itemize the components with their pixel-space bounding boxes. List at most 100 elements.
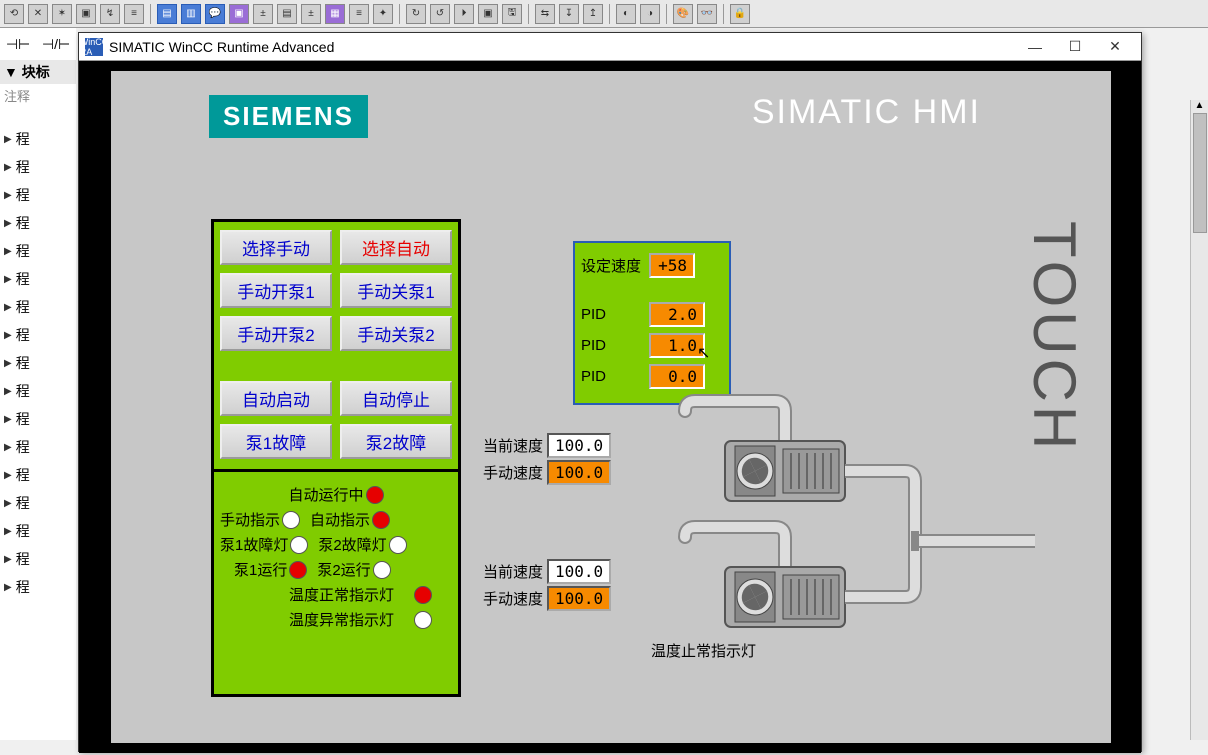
tool-icon[interactable]: ▦: [325, 4, 345, 24]
close-button[interactable]: ✕: [1095, 35, 1135, 59]
tool-icon[interactable]: ↺: [430, 4, 450, 24]
pump1-fault-button[interactable]: 泵1故障: [220, 424, 332, 459]
runtime-window: WinCC RA SIMATIC WinCC Runtime Advanced …: [78, 32, 1142, 752]
tool-icon[interactable]: ≡: [349, 4, 369, 24]
pid-p-field[interactable]: 2.0: [649, 302, 705, 327]
tool-icon[interactable]: ✶: [52, 4, 72, 24]
tool-icon[interactable]: 🔒: [730, 4, 750, 24]
tree-item[interactable]: ▶程: [0, 461, 76, 489]
pid-d-field[interactable]: 0.0: [649, 364, 705, 389]
tool-icon[interactable]: ↻: [406, 4, 426, 24]
minimize-button[interactable]: ―: [1015, 35, 1055, 59]
tool-icon[interactable]: ↧: [559, 4, 579, 24]
tool-icon[interactable]: 👓: [697, 4, 717, 24]
tool-icon[interactable]: ↯: [100, 4, 120, 24]
select-manual-button[interactable]: 选择手动: [220, 230, 332, 265]
scrollbar-thumb[interactable]: [1193, 113, 1207, 233]
product-label: SIMATIC HMI: [752, 93, 981, 132]
ruler: ⊣⊢ ⊣/⊢: [0, 28, 76, 62]
tool-icon[interactable]: ▤: [157, 4, 177, 24]
tool-icon[interactable]: ▣: [478, 4, 498, 24]
tool-icon[interactable]: ▣: [229, 4, 249, 24]
main-toolbar: ⟲ ✕ ✶ ▣ ↯ ≡ ▤ ▥ 💬 ▣ ± ▤ ± ▦ ≡ ✦ ↻ ↺ ⏵ ▣ …: [0, 0, 1208, 28]
tool-icon[interactable]: 🎨: [673, 4, 693, 24]
tree-item[interactable]: ▶程: [0, 181, 76, 209]
tree-item[interactable]: ▶程: [0, 125, 76, 153]
status-row: 温度异常指示灯: [220, 607, 452, 632]
set-speed-field[interactable]: +58: [649, 253, 695, 278]
tool-icon[interactable]: ◐: [616, 4, 636, 24]
window-title: SIMATIC WinCC Runtime Advanced: [109, 39, 334, 55]
manual-close-pump2-button[interactable]: 手动关泵2: [340, 316, 452, 351]
tree-item[interactable]: ▶程: [0, 321, 76, 349]
tree-item[interactable]: ▶程: [0, 405, 76, 433]
pump1-curspeed-label: 当前速度: [471, 435, 543, 456]
manual-open-pump2-button[interactable]: 手动开泵2: [220, 316, 332, 351]
pid-panel: 设定速度 +58 PID 2.0 PID 1.0 PID 0.0: [573, 241, 731, 405]
pid-i-label: PID: [581, 337, 643, 354]
maximize-button[interactable]: ☐: [1055, 35, 1095, 59]
pump1-manspeed-label: 手动速度: [471, 462, 543, 483]
tree-item[interactable]: ▶程: [0, 545, 76, 573]
tool-icon[interactable]: ⇆: [535, 4, 555, 24]
temp-status-label: 温度止常指示灯: [651, 640, 756, 661]
tree-item[interactable]: ▶程: [0, 349, 76, 377]
tree-item[interactable]: ▶程: [0, 237, 76, 265]
temp-normal-label: 温度正常指示灯: [289, 584, 394, 605]
set-speed-label: 设定速度: [581, 255, 643, 276]
tool-icon[interactable]: ⟲: [4, 4, 24, 24]
pump1-fault-lamp-label: 泵1故障灯: [220, 534, 288, 555]
status-row: 自动运行中: [220, 482, 452, 507]
pump1-curspeed-field[interactable]: 100.0: [547, 433, 611, 458]
tree-item[interactable]: ▶程: [0, 517, 76, 545]
tree-header[interactable]: ▼ 块标: [0, 60, 76, 84]
hmi-screen: SIEMENS SIMATIC HMI TOUCH 选择手动 选择自动 手动开泵…: [79, 61, 1141, 753]
pump2-fault-lamp-label: 泵2故障灯: [318, 534, 386, 555]
pump1-manspeed-field[interactable]: 100.0: [547, 460, 611, 485]
block-tree: ▼ 块标 注释 ▶程 ▶程 ▶程 ▶程 ▶程 ▶程 ▶程 ▶程 ▶程 ▶程 ▶程…: [0, 60, 76, 740]
tree-item[interactable]: ▶程: [0, 489, 76, 517]
tool-icon[interactable]: ◑: [640, 4, 660, 24]
tree-item[interactable]: ▶程: [0, 209, 76, 237]
tree-item[interactable]: ▶程: [0, 265, 76, 293]
pump2-run-led: [373, 561, 391, 579]
tree-item[interactable]: ▶程: [0, 573, 76, 601]
tree-note: 注释: [0, 84, 76, 107]
pump1-run-label: 泵1运行: [234, 559, 287, 580]
auto-stop-button[interactable]: 自动停止: [340, 381, 452, 416]
pump2-manspeed-field[interactable]: 100.0: [547, 586, 611, 611]
siemens-logo: SIEMENS: [209, 95, 368, 138]
tool-icon[interactable]: ▣: [76, 4, 96, 24]
status-row: 温度正常指示灯: [220, 582, 452, 607]
tree-item[interactable]: ▶程: [0, 433, 76, 461]
tool-icon[interactable]: ↥: [583, 4, 603, 24]
tool-icon[interactable]: ±: [301, 4, 321, 24]
status-row: 泵1运行 泵2运行: [220, 557, 452, 582]
tool-icon[interactable]: ▥: [181, 4, 201, 24]
pump2-curspeed-field[interactable]: 100.0: [547, 559, 611, 584]
tree-item[interactable]: ▶程: [0, 377, 76, 405]
tool-icon[interactable]: ±: [253, 4, 273, 24]
tool-icon[interactable]: 💬: [205, 4, 225, 24]
titlebar: WinCC RA SIMATIC WinCC Runtime Advanced …: [79, 33, 1141, 61]
auto-running-led: [366, 486, 384, 504]
tool-icon[interactable]: 🖫: [502, 4, 522, 24]
tool-icon[interactable]: ▤: [277, 4, 297, 24]
pid-i-field[interactable]: 1.0: [649, 333, 705, 358]
pump2-curspeed-label: 当前速度: [471, 561, 543, 582]
tool-icon[interactable]: ✕: [28, 4, 48, 24]
tool-icon[interactable]: ⏵: [454, 4, 474, 24]
pump2-run-label: 泵2运行: [317, 559, 370, 580]
manual-open-pump1-button[interactable]: 手动开泵1: [220, 273, 332, 308]
select-auto-button[interactable]: 选择自动: [340, 230, 452, 265]
tree-item[interactable]: ▶程: [0, 153, 76, 181]
auto-running-label: 自动运行中: [288, 484, 363, 505]
pump2-fault-button[interactable]: 泵2故障: [340, 424, 452, 459]
tree-item[interactable]: ▶程: [0, 293, 76, 321]
manual-close-pump1-button[interactable]: 手动关泵1: [340, 273, 452, 308]
auto-start-button[interactable]: 自动启动: [220, 381, 332, 416]
tool-icon[interactable]: ✦: [373, 4, 393, 24]
vertical-scrollbar[interactable]: ▲: [1190, 100, 1208, 740]
pid-p-label: PID: [581, 306, 643, 323]
tool-icon[interactable]: ≡: [124, 4, 144, 24]
